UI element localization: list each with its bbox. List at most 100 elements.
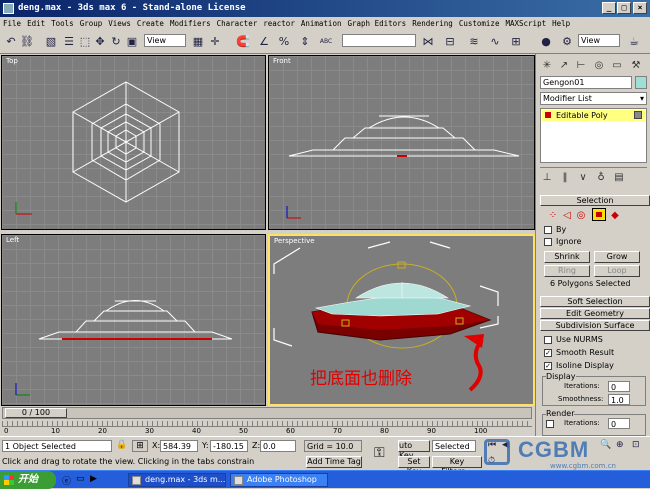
smooth-result-checkbox[interactable]: ✓ [544,349,552,357]
schematic-view-icon[interactable]: ⊞ [508,33,524,49]
time-slider-thumb[interactable]: 0 / 100 [5,408,67,418]
viewport-front[interactable]: Front [268,55,535,230]
make-unique-icon[interactable]: ∨ [576,170,590,184]
add-time-tag-button[interactable]: Add Time Tag [306,456,362,468]
object-name-field[interactable]: Gengon01 [540,76,632,89]
modifier-list-dropdown[interactable]: Modifier List ▾ [540,92,647,105]
viewport-left[interactable]: Left [1,234,266,406]
use-nurms-checkbox[interactable] [544,336,552,344]
quicklaunch-media-icon[interactable]: ▶ [90,474,97,484]
x-coordinate-field[interactable]: 584.39 [160,440,198,452]
align-icon[interactable]: ⊟ [442,33,458,49]
ring-button[interactable]: Ring [544,265,590,277]
menu-rendering[interactable]: Rendering [412,17,453,30]
move-icon[interactable]: ✥ [92,33,108,49]
vertex-mode-icon[interactable]: ⁘ [546,208,560,222]
menu-file[interactable]: File [3,17,21,30]
selected-dropdown[interactable]: Selected [432,440,476,452]
viewport-top[interactable]: Top [1,55,266,230]
y-coordinate-field[interactable]: -180.15 [210,440,248,452]
stack-item-editable-poly[interactable]: Editable Poly [542,110,645,121]
scale-icon[interactable]: ▣ [124,33,140,49]
menu-tools[interactable]: Tools [51,17,74,30]
menu-views[interactable]: Views [108,17,131,30]
lock-icon[interactable]: 🔒 [116,440,127,450]
quick-render-icon[interactable]: ☕ [626,33,642,49]
select-link-icon[interactable]: ⛓ [19,33,35,49]
edit-named-selection-icon[interactable]: ABC [318,33,334,49]
menu-reactor[interactable]: reactor [263,17,295,30]
menu-animation[interactable]: Animation [301,17,342,30]
layer-manager-icon[interactable]: ≋ [466,33,482,49]
loop-button[interactable]: Loop [594,265,640,277]
close-button[interactable]: × [633,2,647,14]
undo-icon[interactable]: ↶ [3,33,19,49]
angle-snap-icon[interactable]: ∠ [256,33,272,49]
menu-graph-editors[interactable]: Graph Editors [347,17,406,30]
iterations-spinner[interactable]: 0 [608,381,630,392]
select-by-name-icon[interactable]: ☰ [61,33,77,49]
named-selection-dropdown[interactable] [342,34,416,47]
auto-key-button[interactable]: uto Key [398,440,430,460]
object-color-swatch[interactable] [635,76,647,89]
display-tab-icon[interactable]: ▭ [610,58,624,72]
polygon-mode-icon[interactable] [592,208,606,221]
rotate-icon[interactable]: ↻ [108,33,124,49]
edge-mode-icon[interactable]: ◁ [560,208,574,222]
motion-tab-icon[interactable]: ◎ [592,58,606,72]
create-tab-icon[interactable]: ✳ [540,58,554,72]
mirror-axis-icon[interactable]: ✛ [207,33,223,49]
snap-magnet-icon[interactable]: 🧲 [235,33,251,49]
border-mode-icon[interactable]: ◎ [574,208,588,222]
key-icon[interactable]: ⚿ [374,445,385,461]
isoline-display-checkbox[interactable]: ✓ [544,362,552,370]
select-region-icon[interactable]: ⬚ [77,33,93,49]
hierarchy-tab-icon[interactable]: ⊢ [574,58,588,72]
menu-maxscript[interactable]: MAXScript [505,17,546,30]
viewport-perspective[interactable]: Perspective 把底面也删除 [268,234,535,406]
stack-toggle-icon[interactable] [634,111,642,119]
minimize-button[interactable]: _ [602,2,616,14]
menu-edit[interactable]: Edit [27,17,45,30]
element-mode-icon[interactable]: ◆ [608,208,622,222]
utilities-tab-icon[interactable]: ⚒ [629,58,643,72]
ignore-backfacing-checkbox[interactable] [544,238,552,246]
quicklaunch-ie-icon[interactable]: ⓔ [62,474,71,487]
subdivision-surface-rollout-header[interactable]: Subdivision Surface [540,320,650,331]
pivot-icon[interactable]: ▦ [190,33,206,49]
stack-expand-icon[interactable] [545,112,551,118]
shrink-button[interactable]: Shrink [544,251,590,263]
menu-character[interactable]: Character [217,17,258,30]
soft-selection-rollout-header[interactable]: Soft Selection [540,296,650,307]
render-scene-icon[interactable]: ⚙ [559,33,575,49]
reference-coord-dropdown[interactable]: View [144,34,186,47]
maximize-button[interactable]: □ [617,2,631,14]
curve-editor-icon[interactable]: ∿ [487,33,503,49]
grow-button[interactable]: Grow [594,251,640,263]
render-type-dropdown[interactable]: View [578,34,620,47]
start-button[interactable]: 开始 [0,471,56,489]
menu-customize[interactable]: Customize [459,17,500,30]
material-editor-icon[interactable]: ● [538,33,554,49]
menu-modifiers[interactable]: Modifiers [170,17,211,30]
menu-group[interactable]: Group [80,17,103,30]
percent-snap-icon[interactable]: % [276,33,292,49]
key-filters-button[interactable]: Key Filters... [432,456,482,476]
menu-help[interactable]: Help [552,17,570,30]
render-iterations-checkbox[interactable] [546,420,554,428]
time-slider-track[interactable]: 0 / 100 [2,407,532,419]
smoothness-spinner[interactable]: 1.0 [608,394,630,405]
menu-create[interactable]: Create [137,17,164,30]
task-3dsmax[interactable]: deng.max - 3ds m... [128,473,226,487]
edit-geometry-rollout-header[interactable]: Edit Geometry [540,308,650,319]
configure-sets-icon[interactable]: ▤ [612,170,626,184]
render-iterations-spinner[interactable]: 0 [608,418,630,429]
select-object-icon[interactable]: ▧ [43,33,59,49]
show-end-result-icon[interactable]: ‖ [558,170,572,184]
absolute-mode-icon[interactable]: ⊞ [132,440,148,452]
spinner-snap-icon[interactable]: ⇕ [297,33,313,49]
selection-rollout-header[interactable]: Selection [540,195,650,206]
trackbar[interactable]: 0 10 20 30 40 50 60 70 80 90 100 [2,421,532,435]
by-vertex-checkbox[interactable] [544,226,552,234]
pin-stack-icon[interactable]: ⊥ [540,170,554,184]
